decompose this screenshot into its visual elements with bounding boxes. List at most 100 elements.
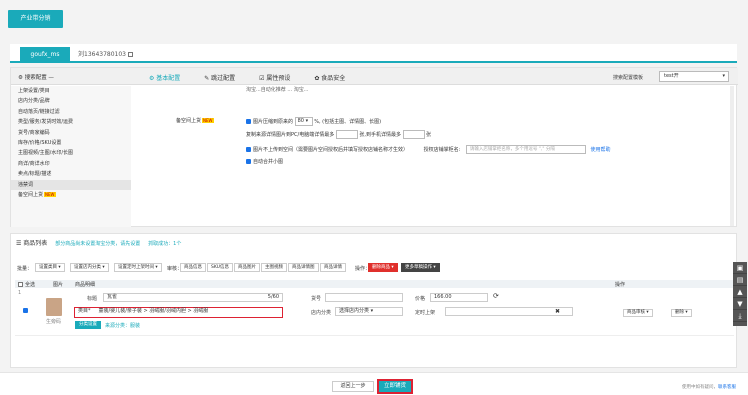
audit-image-button[interactable]: 商品图片 bbox=[234, 263, 260, 272]
no-upload-row: 图片不上传到空间（需要图片空间授权后并填写授权店铺名称才生效） 授权店铺掌柜名:… bbox=[246, 145, 611, 154]
schedule-label: 定时上架 bbox=[415, 310, 436, 316]
compress-checkbox[interactable] bbox=[246, 119, 251, 124]
btn-label: 设置店内分类 bbox=[74, 265, 101, 270]
btn-label: 设置定时上架时间 bbox=[118, 265, 154, 270]
side-item[interactable]: 类型/服务/发货时效/运费 bbox=[11, 117, 131, 127]
title-input[interactable]: 瓦雀 5/60 bbox=[103, 293, 283, 302]
footer-bar: 返回上一步 立即铺货 使用中如有疑问，联系客服 bbox=[0, 372, 748, 395]
audit-detail-button[interactable]: 商品详情 bbox=[320, 263, 346, 272]
compress-label: 图片压缩到原来的 bbox=[253, 119, 294, 125]
delete-products-button[interactable]: 删除商品 ▾ bbox=[368, 263, 398, 272]
shop-cat-select[interactable]: 选择店内分类 ▾ bbox=[335, 307, 403, 316]
shop-tab-liu[interactable]: 刘13643780103 bbox=[72, 47, 139, 63]
shop-cat-label: 店内分类 bbox=[311, 310, 332, 316]
template-label: 搜索配置模板 bbox=[613, 75, 644, 81]
shop-tab-checkbox[interactable] bbox=[128, 52, 133, 57]
nav-label: 属性预设 bbox=[266, 75, 291, 82]
nav-label: 跳过配置 bbox=[211, 75, 236, 82]
help-link[interactable]: 使用帮助 bbox=[590, 147, 610, 153]
col-info: 商品明细 bbox=[75, 282, 96, 288]
section-label-text: 备空间上货 bbox=[176, 118, 202, 124]
industry-distribution-button[interactable]: 产业带分销 bbox=[8, 10, 63, 28]
side-item[interactable]: 商详/商详水印 bbox=[11, 159, 131, 169]
product-audit-button[interactable]: 商品审核 ▾ bbox=[623, 309, 653, 317]
price-input[interactable]: 166.00 bbox=[430, 293, 488, 302]
gear-icon: ⚙ bbox=[18, 75, 25, 81]
auth-input[interactable]: 请输入店铺掌柜名称，多个用逗号 "," 分隔 bbox=[465, 145, 586, 154]
float-arrow-up-icon[interactable]: ▲ bbox=[733, 286, 747, 298]
float-bottom-icon[interactable]: ⤓ bbox=[733, 310, 747, 322]
side-item[interactable]: 自动落页/链接过滤 bbox=[11, 107, 131, 117]
side-item-forbidden-words[interactable]: 违禁词 bbox=[11, 179, 131, 190]
float-table-icon[interactable]: ▤ bbox=[733, 274, 747, 286]
shop-tab-goufx[interactable]: goufx_ms bbox=[20, 47, 70, 63]
side-item[interactable]: 库存/价格/SKU设置 bbox=[11, 138, 131, 148]
product-panel: ☰ 商品列表 部分商品尚未设置淘宝分类，请先设置 抓取成功：1个 批量： 设置类… bbox=[10, 233, 737, 368]
float-arrow-down-icon[interactable]: ▼ bbox=[733, 298, 747, 310]
sku-input[interactable] bbox=[325, 293, 403, 302]
nav-attr-preset[interactable]: ☑ 属性预设 bbox=[259, 75, 301, 82]
mobile-count-input[interactable] bbox=[402, 130, 425, 139]
side-item[interactable]: 上架设置/类目 bbox=[11, 86, 131, 96]
side-item[interactable]: 主图视频/主图/水印/长图 bbox=[11, 148, 131, 158]
floating-toolbar: ▣ ▤ ▲ ▼ ⤓ bbox=[733, 262, 747, 326]
title-count: 5/60 bbox=[267, 294, 279, 300]
section-label: 备空间上货 NEW bbox=[176, 117, 214, 124]
price-label: 价格 bbox=[415, 296, 426, 302]
product-list-title-text: 商品列表 bbox=[23, 240, 48, 247]
audit-detail-image-button[interactable]: 商品详情图 bbox=[288, 263, 319, 272]
side-item[interactable]: 店内分类/品牌 bbox=[11, 96, 131, 106]
auto-thumb-label: 自动合并小图 bbox=[253, 159, 284, 165]
compress-select[interactable]: 80 ▾ bbox=[294, 117, 313, 126]
copy-label-a: 复制来源详情图片到PC/电脑端详情最多 bbox=[246, 132, 335, 138]
batch-label: 批量： bbox=[17, 266, 33, 272]
close-icon[interactable]: ✖ bbox=[555, 308, 560, 315]
new-badge: NEW bbox=[44, 191, 56, 197]
product-thumbnail[interactable] bbox=[46, 298, 62, 316]
shop-cat-value: 选择店内分类 bbox=[339, 308, 370, 314]
config-scrollbar[interactable] bbox=[730, 86, 734, 226]
nav-basic-config[interactable]: ⚙ 基本配置 bbox=[149, 75, 191, 82]
template-select[interactable]: test开 ▾ bbox=[659, 71, 729, 82]
refresh-icon[interactable]: ⟳ bbox=[493, 292, 499, 300]
search-config-title[interactable]: ⚙ 搜索配置 — bbox=[18, 73, 54, 81]
no-upload-label: 图片不上传到空间（需要图片空间授权后并填写授权店铺名称才生效） bbox=[253, 147, 409, 153]
shop-tab-label: goufx_ms bbox=[30, 51, 60, 58]
side-item[interactable]: 卖点/标题/描述 bbox=[11, 169, 131, 179]
set-category-button[interactable]: 设置类目 ▾ bbox=[35, 263, 65, 272]
new-badge: NEW bbox=[202, 118, 214, 123]
select-all-checkbox[interactable] bbox=[18, 282, 23, 287]
audit-video-button[interactable]: 主图视频 bbox=[261, 263, 287, 272]
title-value: 瓦雀 bbox=[107, 294, 118, 300]
price-value: 166.00 bbox=[434, 294, 452, 300]
config-nav: ⚙ 基本配置 ✎ 跳过配置 ☑ 属性预设 ✿ 食品安全 bbox=[149, 73, 367, 82]
publish-now-button[interactable]: 立即铺货 bbox=[377, 379, 413, 394]
auto-thumb-checkbox[interactable] bbox=[246, 159, 251, 164]
side-item-space-upload[interactable]: 备空间上货 NEW bbox=[11, 190, 131, 200]
pc-count-input[interactable] bbox=[335, 130, 358, 139]
row-checkbox[interactable] bbox=[23, 308, 28, 313]
select-all[interactable]: 全选 bbox=[18, 281, 35, 288]
col-action: 操作 bbox=[615, 282, 626, 288]
nav-skip-config[interactable]: ✎ 跳过配置 bbox=[204, 75, 246, 82]
set-schedule-button[interactable]: 设置定时上架时间 ▾ bbox=[114, 263, 162, 272]
shop-tab-label: 刘13643780103 bbox=[78, 51, 126, 58]
previous-step-button[interactable]: 返回上一步 bbox=[332, 381, 374, 392]
contact-support-link[interactable]: 联系客服 bbox=[718, 385, 736, 390]
float-image-icon[interactable]: ▣ bbox=[733, 262, 747, 274]
nav-food-safety[interactable]: ✿ 食品安全 bbox=[314, 75, 356, 82]
no-upload-checkbox[interactable] bbox=[246, 147, 251, 152]
compress-value: 80 bbox=[297, 118, 304, 124]
draft-ops-button[interactable]: 更多草稿操作 ▾ bbox=[401, 263, 440, 272]
audit-sku-button[interactable]: SKU信息 bbox=[207, 263, 233, 272]
set-shop-category-button[interactable]: 设置店内分类 ▾ bbox=[70, 263, 109, 272]
category-field[interactable]: 类目* 童装/婴儿装/亲子装 > 羽绒服/羽绒内胆 > 羽绒服 bbox=[74, 307, 283, 318]
side-item[interactable]: 货号/商家编码 bbox=[11, 128, 131, 138]
audit-info-button[interactable]: 商品信息 bbox=[180, 263, 206, 272]
compress-row: 图片压缩到原来的 80 ▾ %, (包括主图、详情图、长图) bbox=[246, 117, 381, 126]
row-delete-button[interactable]: 删除 ▾ bbox=[671, 309, 692, 317]
category-setting-tag[interactable]: 分类设置 bbox=[75, 321, 101, 329]
copy-row: 复制来源详情图片到PC/电脑端详情最多 张,到手机详情最多 张 bbox=[246, 130, 431, 139]
row-index: 1 bbox=[18, 290, 22, 296]
schedule-input[interactable]: ✖ bbox=[445, 307, 573, 316]
